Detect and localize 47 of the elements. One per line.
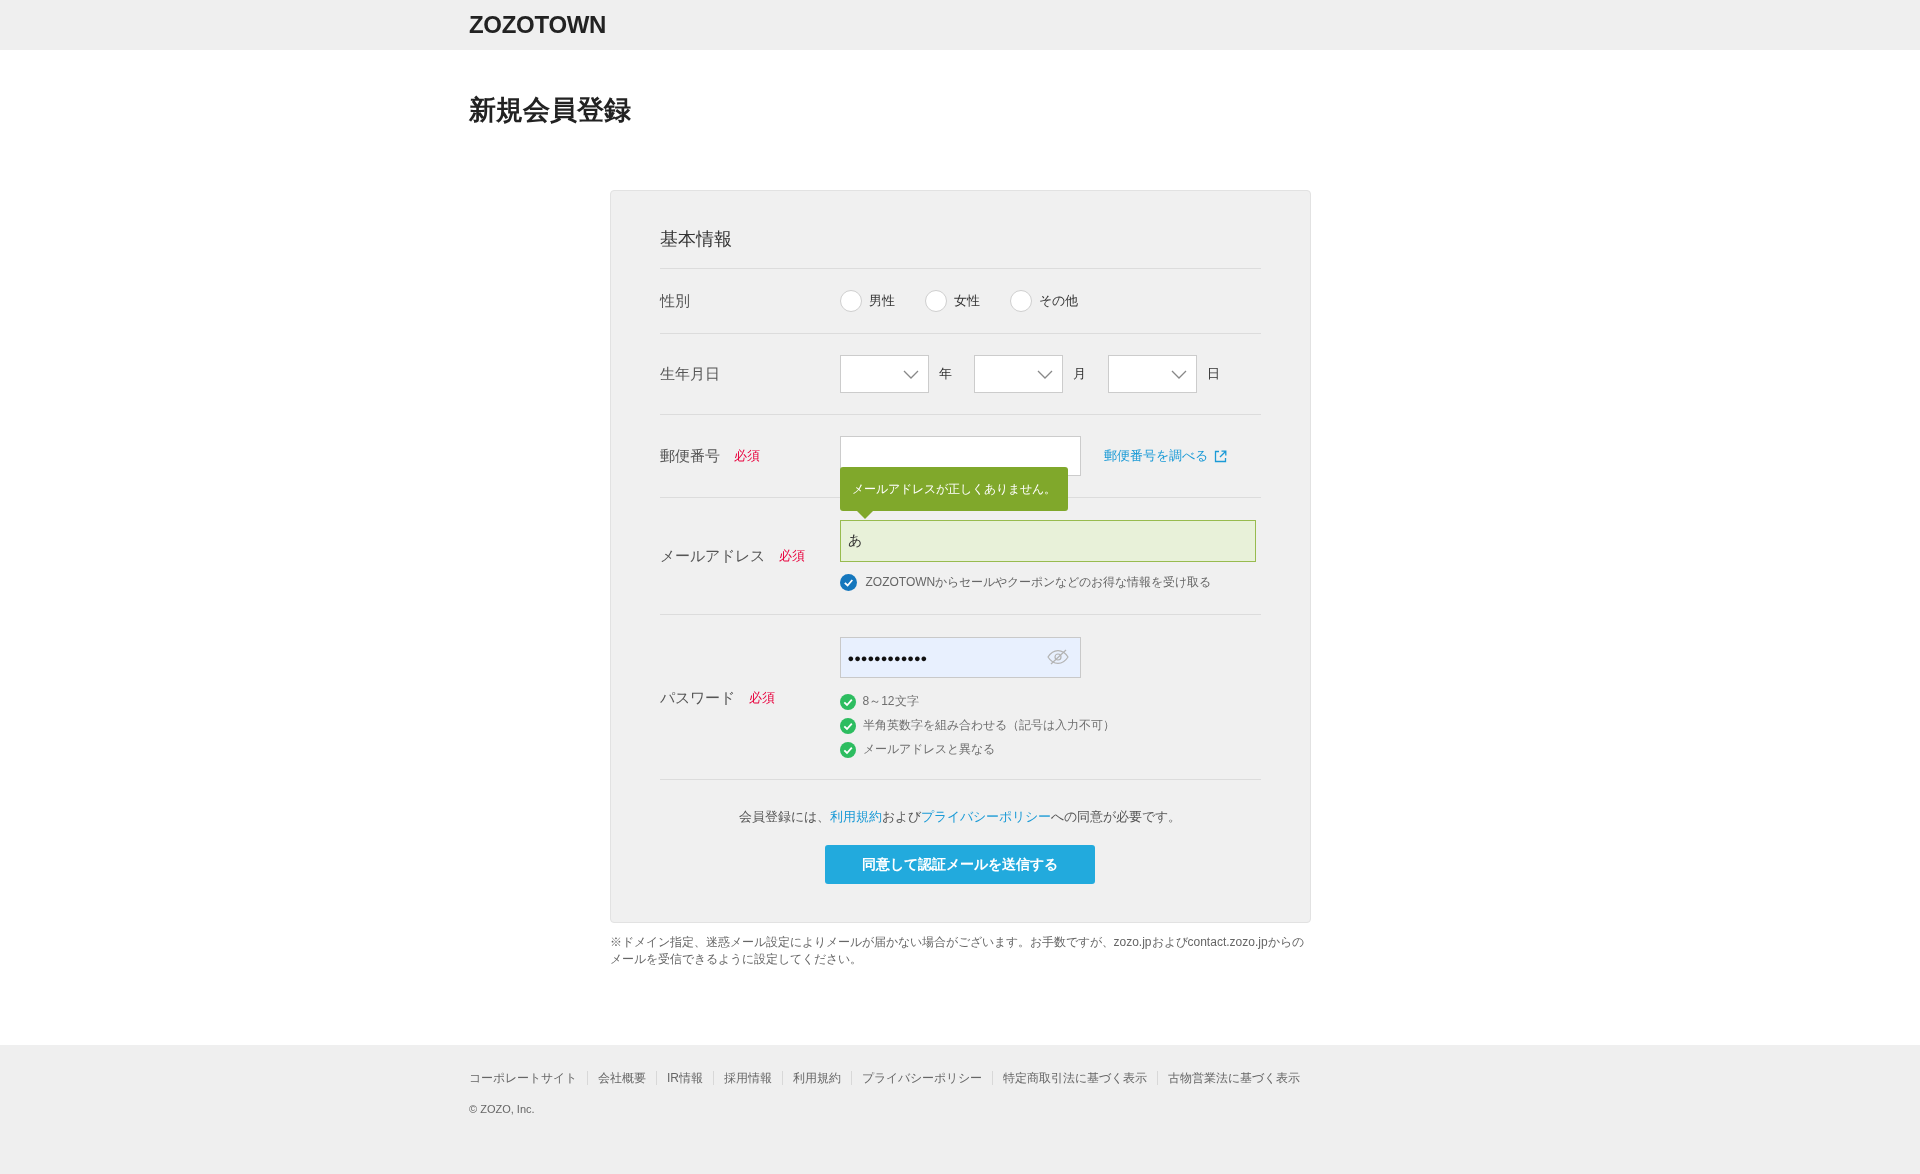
footer-link[interactable]: 採用情報 <box>724 1070 772 1086</box>
agreement-text: 会員登録には、利用規約およびプライバシーポリシーへの同意が必要です。 <box>738 809 1182 825</box>
radio-option[interactable]: 男性 <box>839 290 895 312</box>
footer-link[interactable]: 特定商取引法に基づく表示 <box>1003 1070 1147 1086</box>
chevron-down-icon <box>902 369 919 379</box>
field-label: 郵便番号 <box>659 446 720 466</box>
field-label: メールアドレス <box>659 545 765 566</box>
required-label: 必須 <box>778 547 805 564</box>
footer-link[interactable]: 利用規約 <box>793 1070 841 1086</box>
unit-label: 年 <box>938 366 952 382</box>
requirement-text: 半角英数字を組み合わせる（記号は入力不可） <box>862 717 1115 734</box>
radio-option[interactable]: 女性 <box>924 290 980 312</box>
lookup-link[interactable]: 郵便番号を調べる <box>1103 448 1227 464</box>
requirement-text: メールアドレスと異なる <box>862 741 995 758</box>
field-label: 生年月日 <box>659 364 720 384</box>
text-link[interactable]: プライバシーポリシー <box>921 809 1051 824</box>
note-text: ※ドメイン指定、迷惑メール設定によりメールが届かない場合がございます。お手数ですが、zozo.jpおよびcontact.zozo.jpからのメールを受信できるように設定してください。 <box>609 934 1305 968</box>
email-field[interactable]: あ <box>839 520 1256 562</box>
footer-link[interactable]: プライバシーポリシー <box>862 1070 982 1086</box>
field-label: パスワード <box>659 687 735 708</box>
section-title: 基本情報 <box>659 228 732 250</box>
footer-link[interactable]: 会社概要 <box>598 1070 646 1086</box>
logo[interactable]: ZOZOTOWN <box>469 13 607 37</box>
footer-link[interactable]: 古物営業法に基づく表示 <box>1168 1070 1300 1086</box>
chevron-down-icon <box>1036 369 1053 379</box>
copyright-text: © ZOZO, Inc. <box>469 1102 535 1116</box>
external-link-icon <box>1213 449 1227 463</box>
date-select[interactable] <box>973 355 1063 393</box>
radio-option[interactable]: その他 <box>1009 290 1078 312</box>
field-label: 性別 <box>659 291 690 311</box>
unit-label: 月 <box>1072 366 1086 382</box>
date-select[interactable] <box>839 355 929 393</box>
date-select[interactable] <box>1107 355 1197 393</box>
checkbox-option[interactable]: ZOZOTOWNからセールやクーポンなどのお得な情報を受け取る <box>839 573 1212 591</box>
text-link[interactable]: 利用規約 <box>830 809 882 824</box>
footer-link[interactable]: IR情報 <box>667 1070 703 1086</box>
error-tooltip: メールアドレスが正しくありません。 <box>839 467 1068 511</box>
password-field[interactable]: ●●●●●●●●●●●● <box>839 637 1081 678</box>
requirement-text: 8～12文字 <box>862 693 919 710</box>
page-title: 新規会員登録 <box>469 94 631 127</box>
chevron-down-icon <box>1170 369 1187 379</box>
eye-slash-icon <box>1046 649 1069 665</box>
required-label: 必須 <box>733 448 760 464</box>
unit-label: 日 <box>1206 366 1220 382</box>
tooltip-pointer-icon <box>856 511 873 519</box>
required-label: 必須 <box>748 689 775 706</box>
footer-link[interactable]: コーポレートサイト <box>469 1070 577 1086</box>
